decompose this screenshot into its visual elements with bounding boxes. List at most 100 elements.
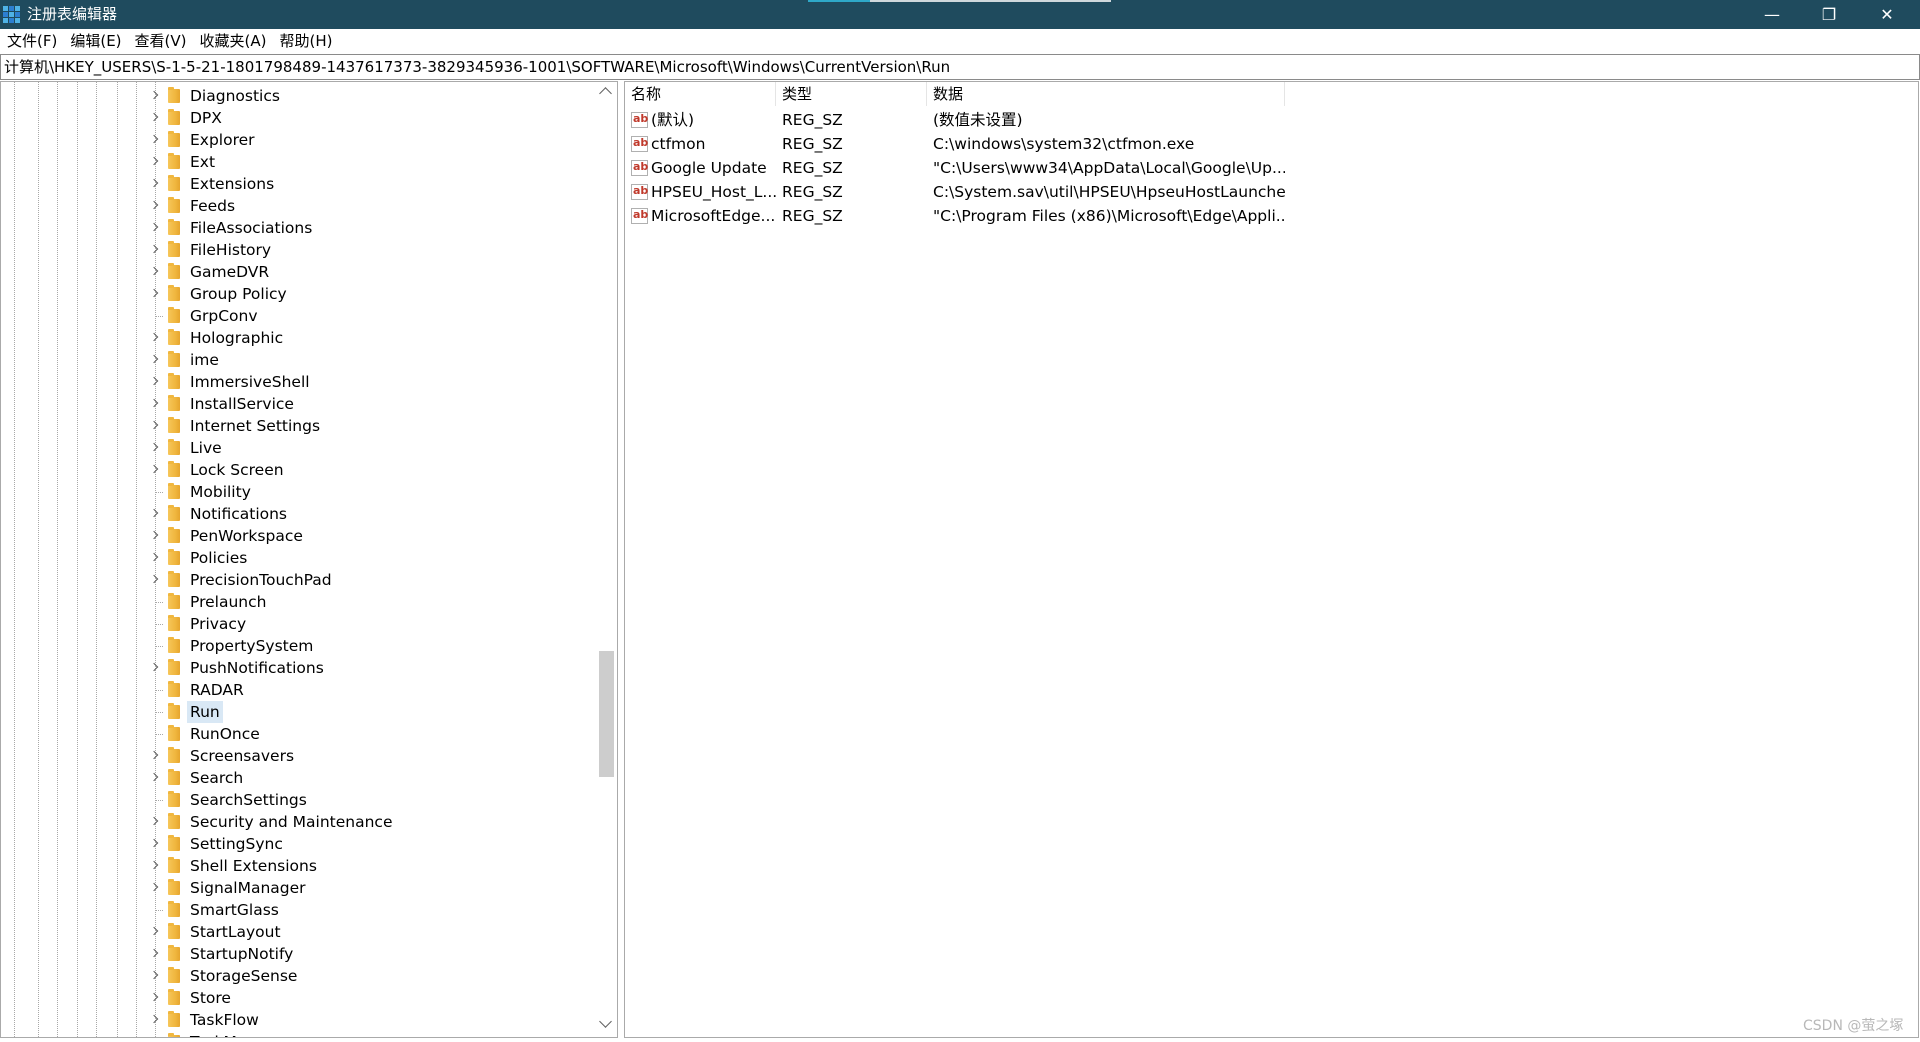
- maximize-button[interactable]: ❐: [1800, 0, 1858, 29]
- chevron-right-icon[interactable]: [150, 245, 159, 254]
- chevron-right-icon[interactable]: [150, 773, 159, 782]
- chevron-right-icon[interactable]: [150, 927, 159, 936]
- tree-item[interactable]: Prelaunch: [1, 591, 596, 613]
- menu-file[interactable]: 文件(F): [1, 29, 63, 54]
- value-row[interactable]: ab HPSEU_Host_L... REG_SZ C:\System.sav\…: [625, 180, 1915, 204]
- chevron-right-icon[interactable]: [150, 553, 159, 562]
- tree-item[interactable]: Policies: [1, 547, 596, 569]
- tree-item[interactable]: Feeds: [1, 195, 596, 217]
- chevron-right-icon[interactable]: [150, 421, 159, 430]
- chevron-right-icon[interactable]: [150, 575, 159, 584]
- tree-item[interactable]: SettingSync: [1, 833, 596, 855]
- tree-item[interactable]: Notifications: [1, 503, 596, 525]
- tree-item[interactable]: SignalManager: [1, 877, 596, 899]
- chevron-right-icon[interactable]: [150, 377, 159, 386]
- chevron-right-icon[interactable]: [150, 223, 159, 232]
- chevron-right-icon[interactable]: [150, 663, 159, 672]
- tree-item[interactable]: PenWorkspace: [1, 525, 596, 547]
- menu-edit[interactable]: 编辑(E): [64, 29, 127, 54]
- chevron-right-icon[interactable]: [150, 861, 159, 870]
- tree-item[interactable]: StartLayout: [1, 921, 596, 943]
- menu-help[interactable]: 帮助(H): [273, 29, 338, 54]
- chevron-right-icon[interactable]: [150, 751, 159, 760]
- address-bar[interactable]: 计算机\HKEY_USERS\S-1-5-21-1801798489-14376…: [0, 54, 1920, 80]
- scroll-down-icon[interactable]: [599, 1015, 612, 1028]
- chevron-right-icon[interactable]: [150, 333, 159, 342]
- chevron-right-icon[interactable]: [150, 113, 159, 122]
- close-button[interactable]: ✕: [1858, 0, 1916, 29]
- tree-item[interactable]: StartupNotify: [1, 943, 596, 965]
- tree-item[interactable]: Diagnostics: [1, 85, 596, 107]
- tree-item[interactable]: PushNotifications: [1, 657, 596, 679]
- chevron-right-icon[interactable]: [150, 971, 159, 980]
- chevron-right-icon[interactable]: [150, 91, 159, 100]
- chevron-right-icon[interactable]: [150, 531, 159, 540]
- tree-item[interactable]: Internet Settings: [1, 415, 596, 437]
- tree-item[interactable]: PrecisionTouchPad: [1, 569, 596, 591]
- chevron-right-icon[interactable]: [150, 157, 159, 166]
- column-data-header[interactable]: 数据: [927, 82, 1285, 106]
- tree-item[interactable]: InstallService: [1, 393, 596, 415]
- menu-favorites[interactable]: 收藏夹(A): [194, 29, 273, 54]
- tree-item[interactable]: Privacy: [1, 613, 596, 635]
- minimize-button[interactable]: —: [1743, 0, 1801, 29]
- tree-item[interactable]: Run: [1, 701, 596, 723]
- tree-item[interactable]: SearchSettings: [1, 789, 596, 811]
- value-row[interactable]: ab ctfmon REG_SZ C:\windows\system32\ctf…: [625, 132, 1915, 156]
- column-type-header[interactable]: 类型: [776, 82, 927, 106]
- chevron-right-icon[interactable]: [150, 883, 159, 892]
- value-row[interactable]: ab MicrosoftEdge... REG_SZ "C:\Program F…: [625, 204, 1915, 228]
- tree-item[interactable]: Live: [1, 437, 596, 459]
- chevron-right-icon[interactable]: [150, 465, 159, 474]
- tree-item[interactable]: FileAssociations: [1, 217, 596, 239]
- chevron-right-icon[interactable]: [150, 355, 159, 364]
- column-name-header[interactable]: 名称: [625, 82, 776, 106]
- tree-item[interactable]: Security and Maintenance: [1, 811, 596, 833]
- chevron-right-icon[interactable]: [150, 949, 159, 958]
- tree-item[interactable]: Search: [1, 767, 596, 789]
- tree-item[interactable]: GrpConv: [1, 305, 596, 327]
- key-tree-pane[interactable]: Diagnostics DPX Explorer Ext Extensions Feeds…: [0, 81, 618, 1038]
- chevron-right-icon[interactable]: [150, 289, 159, 298]
- value-row[interactable]: ab Google Update REG_SZ "C:\Users\www34\…: [625, 156, 1915, 180]
- tree-item[interactable]: Shell Extensions: [1, 855, 596, 877]
- tree-item[interactable]: PropertySystem: [1, 635, 596, 657]
- value-row[interactable]: ab (默认) REG_SZ (数值未设置): [625, 108, 1915, 132]
- chevron-right-icon[interactable]: [150, 817, 159, 826]
- tree-item[interactable]: RunOnce: [1, 723, 596, 745]
- tree-item[interactable]: Holographic: [1, 327, 596, 349]
- menu-view[interactable]: 查看(V): [129, 29, 193, 54]
- tree-item[interactable]: Extensions: [1, 173, 596, 195]
- tree-item[interactable]: DPX: [1, 107, 596, 129]
- scroll-up-icon[interactable]: [599, 87, 612, 100]
- tree-item[interactable]: StorageSense: [1, 965, 596, 987]
- chevron-right-icon[interactable]: [150, 179, 159, 188]
- chevron-right-icon[interactable]: [150, 509, 159, 518]
- chevron-right-icon[interactable]: [150, 443, 159, 452]
- tree-item[interactable]: SmartGlass: [1, 899, 596, 921]
- chevron-right-icon[interactable]: [150, 267, 159, 276]
- chevron-right-icon[interactable]: [150, 993, 159, 1002]
- tree-item[interactable]: TaskManager: [1, 1031, 596, 1037]
- chevron-right-icon[interactable]: [150, 399, 159, 408]
- tree-item[interactable]: FileHistory: [1, 239, 596, 261]
- tree-item[interactable]: Group Policy: [1, 283, 596, 305]
- tree-item[interactable]: Explorer: [1, 129, 596, 151]
- tree-item[interactable]: TaskFlow: [1, 1009, 596, 1031]
- tree-item[interactable]: Screensavers: [1, 745, 596, 767]
- tree-item[interactable]: RADAR: [1, 679, 596, 701]
- scroll-thumb[interactable]: [599, 651, 614, 777]
- tree-item[interactable]: Store: [1, 987, 596, 1009]
- tree-scrollbar[interactable]: [597, 82, 616, 1037]
- tree-item[interactable]: Ext: [1, 151, 596, 173]
- chevron-right-icon[interactable]: [150, 135, 159, 144]
- chevron-right-icon[interactable]: [150, 201, 159, 210]
- tree-item[interactable]: GameDVR: [1, 261, 596, 283]
- tree-item[interactable]: ime: [1, 349, 596, 371]
- tree-item[interactable]: Lock Screen: [1, 459, 596, 481]
- values-pane[interactable]: 名称 类型 数据 ab (默认) REG_SZ (数值未设置) ab ctfmo…: [624, 81, 1919, 1038]
- chevron-right-icon[interactable]: [150, 1015, 159, 1024]
- tree-item[interactable]: ImmersiveShell: [1, 371, 596, 393]
- tree-item[interactable]: Mobility: [1, 481, 596, 503]
- chevron-right-icon[interactable]: [150, 839, 159, 848]
